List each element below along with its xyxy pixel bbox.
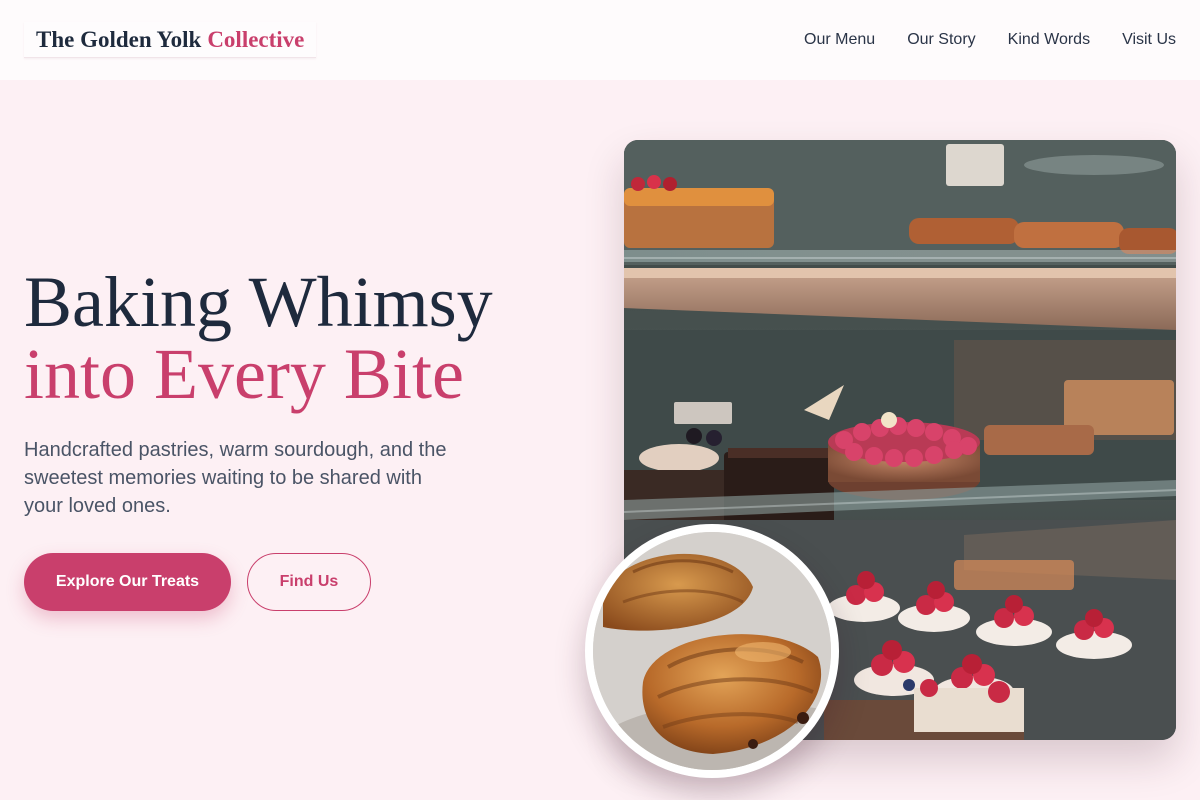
nav-kind-words[interactable]: Kind Words: [1008, 31, 1090, 49]
hero-section: Baking Whimsy into Every Bite Handcrafte…: [0, 80, 1200, 800]
hero-title-line-2: into Every Bite: [24, 334, 464, 414]
hero-lead: Handcrafted pastries, warm sourdough, an…: [24, 439, 447, 517]
logo-accent: Collective: [207, 26, 305, 52]
nav-our-story[interactable]: Our Story: [907, 31, 975, 49]
find-us-button[interactable]: Find Us: [247, 553, 371, 611]
nav-our-menu[interactable]: Our Menu: [804, 31, 875, 49]
explore-treats-button[interactable]: Explore Our Treats: [24, 553, 231, 611]
hero-title: Baking Whimsy into Every Bite: [24, 266, 493, 410]
logo-main: The Golden Yolk: [36, 26, 202, 52]
hero-title-line-1: Baking Whimsy: [24, 262, 493, 342]
nav-visit-us[interactable]: Visit Us: [1122, 31, 1176, 49]
logo[interactable]: The Golden Yolk Collective: [24, 22, 317, 58]
site-header: The Golden Yolk Collective Our Menu Our S…: [0, 0, 1200, 80]
main-nav: Our Menu Our Story Kind Words Visit Us: [804, 0, 1176, 80]
croissant-photo: [585, 524, 839, 778]
